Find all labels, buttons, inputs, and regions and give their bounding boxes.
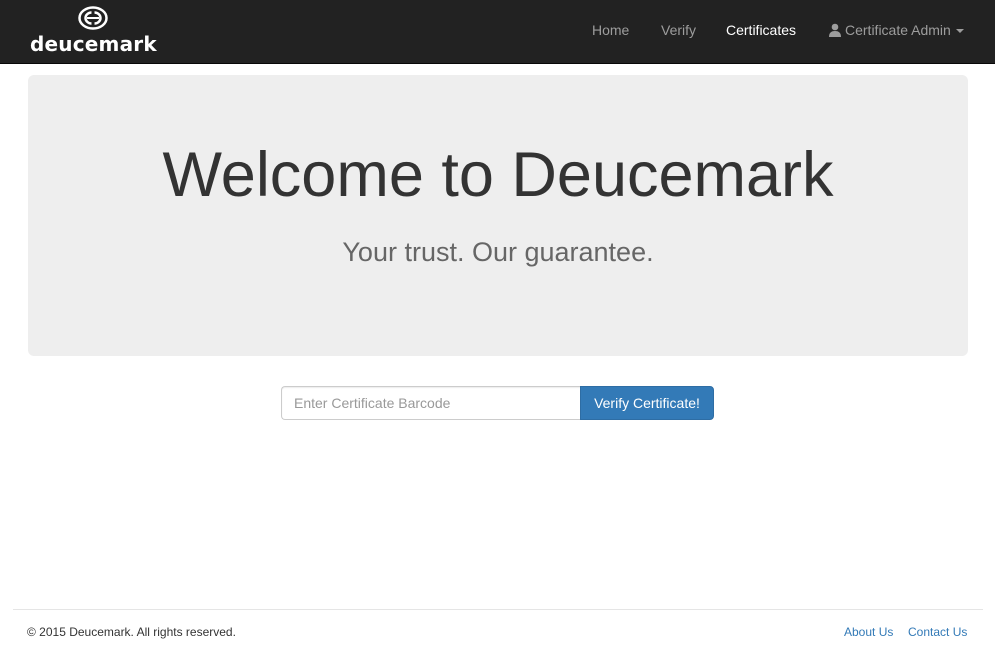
- footer-copyright: © 2015 Deucemark. All rights reserved.: [27, 625, 236, 639]
- brand-name: deucemark: [30, 32, 157, 56]
- top-navbar: deucemark Home Verify Certificates Certi…: [0, 0, 995, 64]
- brand-logo-link[interactable]: deucemark: [30, 6, 157, 58]
- hero-title: Welcome to Deucemark: [162, 140, 834, 210]
- user-menu-label: Certificate Admin: [845, 22, 951, 38]
- hero-jumbotron: Welcome to Deucemark Your trust. Our gua…: [28, 75, 968, 356]
- hero-subtitle: Your trust. Our guarantee.: [342, 237, 654, 267]
- footer-divider: [13, 609, 983, 610]
- nav-verify-link[interactable]: Verify: [661, 20, 696, 40]
- deucemark-logo-icon: [78, 6, 108, 30]
- footer-about-link[interactable]: About Us: [844, 624, 893, 640]
- user-menu-dropdown[interactable]: Certificate Admin: [828, 20, 964, 40]
- footer-contact-link[interactable]: Contact Us: [908, 624, 967, 640]
- nav-certificates-link[interactable]: Certificates: [726, 20, 796, 40]
- user-icon: [829, 23, 841, 37]
- certificate-barcode-input[interactable]: [281, 386, 581, 420]
- verify-certificate-button[interactable]: Verify Certificate!: [580, 386, 714, 420]
- caret-down-icon: [955, 29, 964, 34]
- nav-home-link[interactable]: Home: [592, 20, 629, 40]
